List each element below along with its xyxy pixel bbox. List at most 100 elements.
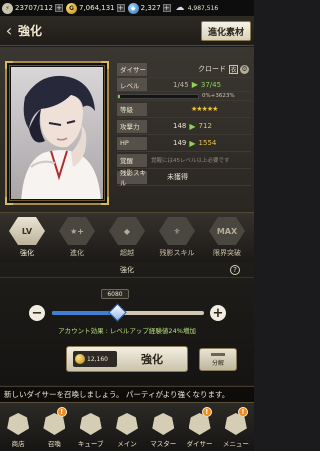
stat-label: 残影スキル [117, 169, 147, 187]
tab-label: 限界突破 [213, 249, 241, 257]
nav-master[interactable]: マスター [145, 403, 181, 451]
header: ‹ 強化 進化素材 [0, 16, 254, 46]
stat-label: ダイサー [117, 62, 147, 76]
tab-label: 強化 [20, 249, 34, 257]
exp-progress-fill [118, 94, 120, 98]
gem-icon: ◆ [127, 2, 139, 14]
stat-value: 148 ▶ 712 [147, 122, 251, 131]
cloud-icon: ☁ [175, 3, 185, 13]
character-portrait [11, 67, 103, 199]
shop-icon [7, 413, 30, 435]
level-next: 37/45 [200, 80, 222, 89]
account-effect-text: アカウント効果 : レベルアップ経験値24%増加 [58, 327, 196, 335]
crest-icon: ◆ [109, 217, 145, 245]
frame-corner [101, 197, 109, 205]
fleur-icon: ⚜ [159, 217, 195, 245]
nav-label: メイン [117, 440, 137, 448]
stat-label: 覚醒 [117, 153, 147, 167]
add-gold-button[interactable]: + [116, 4, 125, 12]
stat-label: 攻撃力 [117, 119, 147, 133]
evolve-material-button[interactable]: 進化素材 [201, 21, 251, 41]
nav-menu[interactable]: ! メニュー [218, 403, 254, 451]
page-title: 強化 [18, 24, 43, 38]
stat-value: 1/45 ▶ 37/45 [147, 80, 251, 89]
add-gem-button[interactable]: + [162, 4, 171, 12]
exp-bar-row: 0%+3623% [117, 92, 251, 101]
star-plus-icon: ★+ [59, 217, 95, 245]
nav-label: ダイサー [186, 440, 213, 448]
back-chevron-icon[interactable]: ‹ [0, 16, 18, 46]
gold-display[interactable]: G 7,064,131 + [66, 2, 125, 14]
enhance-cost: 12,160 [87, 355, 108, 363]
nav-label: メニュー [222, 440, 249, 448]
castle-icon [115, 413, 138, 435]
level-up-icon: LV [9, 217, 45, 245]
stat-value: クロード 衣 ⚙ [147, 64, 251, 74]
tab-transcend[interactable]: ◆ 超越 [103, 213, 151, 262]
enhance-button[interactable]: 12,160 強化 [66, 346, 188, 372]
exp-progress-bar [117, 93, 199, 99]
nav-dicer[interactable]: ! ダイサー [181, 403, 217, 451]
stat-row-rank: 等級 ★★★★★ [117, 101, 251, 118]
dismantle-button[interactable]: 分解 [199, 348, 237, 371]
nav-label: 商店 [11, 440, 25, 448]
nav-shop[interactable]: 商店 [0, 403, 36, 451]
tab-limit-break[interactable]: MAX 限界突破 [203, 213, 251, 262]
stats-table: ダイサー クロード 衣 ⚙ レベル 1/45 ▶ 37/45 0%+3623% … [117, 61, 251, 187]
stat-row-level: レベル 1/45 ▶ 37/45 [117, 78, 251, 92]
tab-label: 残影スキル [159, 249, 195, 257]
gem-value: 2,327 [140, 4, 161, 12]
gold-coin-icon [75, 354, 85, 364]
frame-corner [5, 61, 13, 69]
amount-slider-handle[interactable] [108, 303, 128, 322]
add-energy-button[interactable]: + [55, 4, 63, 12]
stat-value: ★★★★★ [147, 105, 251, 113]
frame-corner [101, 61, 109, 69]
rank-stars: ★★★★★ [191, 105, 218, 113]
arrow-right-icon: ▶ [189, 138, 196, 148]
hp-current: 149 [173, 139, 187, 147]
nav-label: 召喚 [47, 440, 61, 448]
stat-value: 149 ▶ 1554 [147, 139, 251, 148]
awaken-note: 覚醒には45レベル以上必要です [151, 158, 230, 164]
bottom-nav: 商店 ! 召喚 キューブ メイン マスター ! ダイサー ! メニュー [0, 402, 254, 451]
tab-evolve[interactable]: ★+ 進化 [53, 213, 101, 262]
attack-current: 148 [173, 122, 187, 130]
nav-label: マスター [150, 440, 177, 448]
tab-shadow-skill[interactable]: ⚜ 残影スキル [153, 213, 201, 262]
help-icon[interactable]: ? [230, 265, 240, 275]
tab-enhance[interactable]: LV 強化 [3, 213, 51, 262]
nav-cube[interactable]: キューブ [73, 403, 109, 451]
cloud-display: ☁ 4,987,516 [174, 3, 218, 14]
stat-row-hp: HP 149 ▶ 1554 [117, 135, 251, 152]
enhance-tabs: LV 強化 ★+ 進化 ◆ 超越 ⚜ 残影スキル MAX 限界突破 [0, 212, 254, 262]
master-icon [152, 413, 175, 435]
news-ticker[interactable]: 新しいダイサーを召喚しましょう。 パーティがより強くなります。 [0, 386, 254, 402]
nav-summon[interactable]: ! 召喚 [36, 403, 72, 451]
costume-icon[interactable]: 衣 [229, 64, 238, 74]
enhance-amount: 6080 [101, 289, 129, 299]
cost-box: 12,160 [73, 351, 117, 367]
tab-label: 進化 [70, 249, 84, 257]
energy-icon: ⚡ [2, 2, 13, 14]
character-info-area: ダイサー クロード 衣 ⚙ レベル 1/45 ▶ 37/45 0%+3623% … [0, 47, 254, 212]
stat-row-attack: 攻撃力 148 ▶ 712 [117, 118, 251, 135]
energy-display[interactable]: ⚡ 23707/112 + [2, 2, 63, 14]
gem-display[interactable]: ◆ 2,327 + [127, 2, 171, 14]
skill-status: 未獲得 [167, 173, 188, 181]
gear-icon[interactable]: ⚙ [240, 64, 249, 74]
frame-corner [5, 197, 13, 205]
increase-button[interactable]: + [210, 305, 226, 321]
amount-slider-track[interactable] [52, 311, 204, 315]
panel-header: 強化 ? [0, 262, 254, 278]
exp-text: 0%+3623% [202, 93, 235, 99]
energy-value: 23707/112 [15, 4, 53, 12]
character-portrait-frame[interactable] [5, 61, 109, 205]
hp-next: 1554 [198, 139, 217, 147]
nav-main[interactable]: メイン [109, 403, 145, 451]
cube-icon [79, 413, 102, 435]
stat-label: HP [117, 136, 147, 150]
decrease-button[interactable]: − [29, 305, 45, 321]
dismantle-label: 分解 [211, 359, 224, 367]
status-bar: ⚡ 23707/112 + G 7,064,131 + ◆ 2,327 + ☁ … [0, 0, 254, 16]
